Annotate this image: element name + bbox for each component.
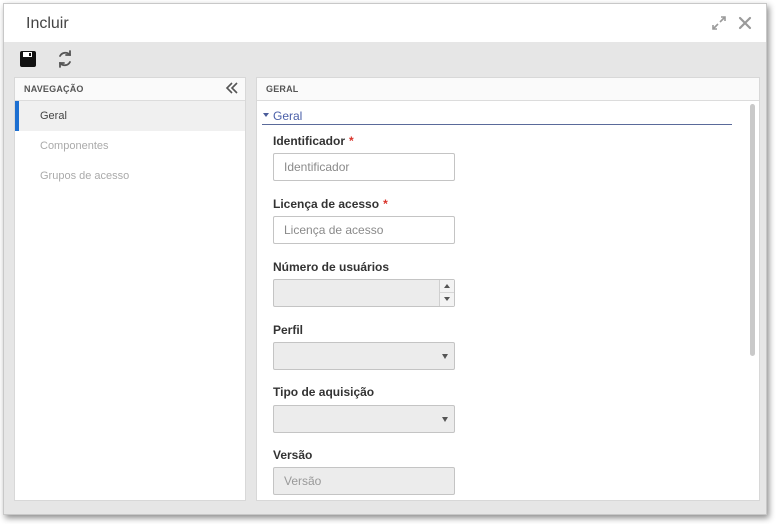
expand-icon[interactable] [710, 14, 728, 32]
identificador-label: Identificador * [273, 134, 354, 148]
nav-item-label: Grupos de acesso [40, 170, 130, 182]
nav-item-label: Geral [40, 110, 67, 122]
stepper-buttons [439, 280, 454, 306]
nav-item-grupos-de-acesso[interactable]: Grupos de acesso [15, 161, 245, 191]
main-panel: GERAL Geral Identificador* Licença de ac… [256, 77, 760, 501]
licenca-label: Licença de acesso * [273, 197, 388, 211]
refresh-icon[interactable] [54, 48, 76, 70]
licenca-label-text: Licença de acesso [273, 197, 380, 211]
nav-item-geral[interactable]: Geral [15, 101, 245, 131]
perfil-select[interactable] [273, 342, 455, 370]
required-asterisk: * [349, 134, 354, 148]
save-icon[interactable] [17, 48, 39, 70]
versao-label: Versão [273, 448, 312, 462]
dialog-titlebar: Incluir [4, 4, 766, 42]
dropdown-caret-icon [442, 417, 448, 422]
arrow-up-icon [444, 284, 450, 288]
usuarios-label: Número de usuários [273, 260, 389, 274]
section-geral-label: Geral [273, 109, 303, 123]
usuarios-stepper[interactable] [273, 279, 455, 307]
required-asterisk: * [383, 197, 388, 211]
section-geral-toggle[interactable]: Geral [262, 109, 732, 125]
navigation-header-label: NAVEGAÇÃO [24, 84, 84, 94]
perfil-label-text: Perfil [273, 323, 304, 337]
caret-down-icon [263, 113, 269, 117]
versao-label-text: Versão [273, 448, 313, 462]
nav-item-componentes[interactable]: Componentes [15, 131, 245, 161]
navigation-header: NAVEGAÇÃO [15, 78, 245, 101]
aquisicao-label: Tipo de aquisição [273, 385, 374, 399]
stepper-up-button[interactable] [440, 280, 454, 293]
versao-input[interactable] [273, 467, 455, 495]
arrow-down-icon [444, 297, 450, 301]
close-icon[interactable] [736, 14, 754, 32]
nav-item-label: Componentes [40, 140, 109, 152]
stepper-down-button[interactable] [440, 293, 454, 306]
include-dialog: Incluir NAVEGAÇÃO Geral Componentes Grup… [3, 3, 767, 515]
toolbar [4, 42, 766, 76]
identificador-label-text: Identificador [273, 134, 346, 148]
aquisicao-select[interactable] [273, 405, 455, 433]
aquisicao-label-text: Tipo de aquisição [273, 385, 375, 399]
collapse-icon[interactable] [224, 80, 240, 96]
main-header: GERAL [257, 78, 759, 101]
dialog-title: Incluir [26, 15, 69, 32]
licenca-input[interactable] [273, 216, 455, 244]
scrollbar[interactable] [750, 104, 755, 356]
navigation-panel: NAVEGAÇÃO Geral Componentes Grupos de ac… [14, 77, 246, 501]
main-header-label: GERAL [266, 84, 299, 94]
usuarios-label-text: Número de usuários [273, 260, 390, 274]
identificador-input[interactable] [273, 153, 455, 181]
dropdown-caret-icon [442, 354, 448, 359]
perfil-label: Perfil [273, 323, 303, 337]
